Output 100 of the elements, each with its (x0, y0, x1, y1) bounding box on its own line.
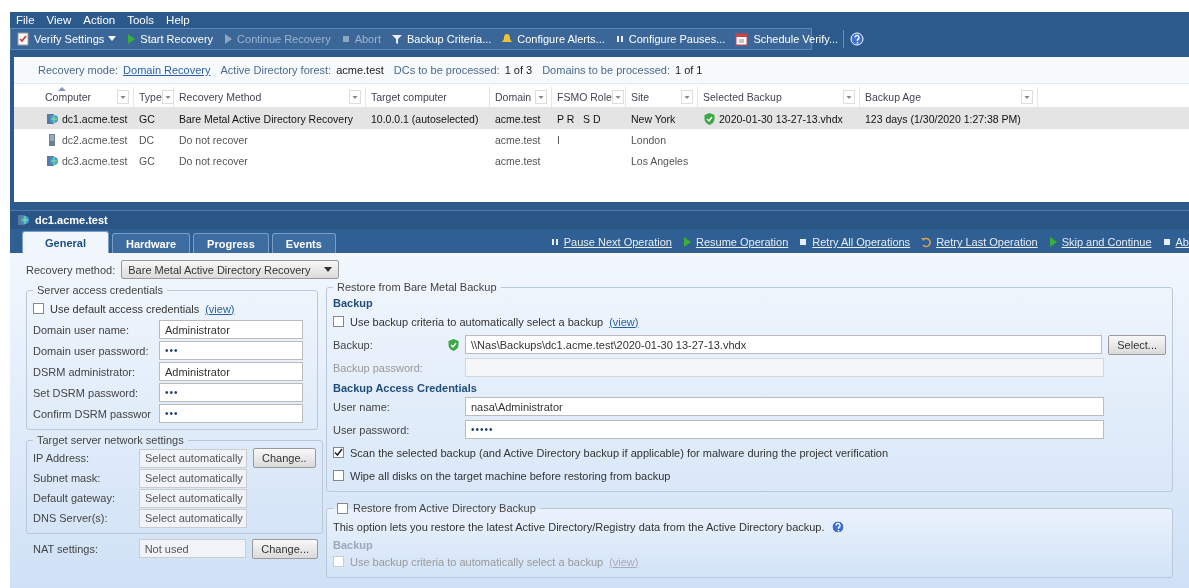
view-link[interactable]: (view) (205, 302, 235, 315)
menu-item[interactable]: Tools (127, 14, 155, 26)
summary-label: Recovery mode: (38, 64, 119, 76)
checkbox-label: Use backup criteria to automatically select a backup (350, 315, 604, 328)
input-field[interactable]: Administrator (159, 362, 303, 381)
summary-label: Active Directory forest: (220, 64, 332, 76)
summary-value: 1 of 3 (504, 64, 533, 76)
input-field[interactable]: ••••• (465, 420, 1104, 439)
field-label: DNS Server(s): (33, 512, 109, 524)
table-cell: Los Angeles (631, 154, 689, 167)
change-button[interactable]: Change.. (253, 448, 316, 468)
section-heading: Backup (333, 297, 374, 309)
toolbar-button[interactable]: Configure Pauses... (609, 30, 731, 48)
action-link[interactable]: Retry Last Operation (920, 236, 1038, 248)
pause-icon (614, 33, 625, 45)
group-title: Restore from Bare Metal Backup (336, 281, 498, 293)
tab[interactable]: Hardware (111, 233, 191, 253)
checklist-icon (16, 32, 30, 46)
input-field[interactable]: nasa\Administrator (465, 397, 1104, 416)
field-label: NAT settings: (33, 542, 99, 555)
section-heading: Backup (333, 539, 374, 551)
column-header[interactable]: Type (134, 87, 174, 107)
table-cell: 10.0.0.1 (autoselected) (371, 112, 479, 125)
column-header[interactable]: Backup Age (860, 87, 1038, 107)
menu-item[interactable]: Action (83, 14, 116, 26)
field-label: DSRM administrator: (33, 365, 137, 378)
toolbar-button[interactable]: Start Recovery (121, 30, 219, 48)
table-cell: London (631, 133, 667, 146)
toolbar-button[interactable]: Verify Settings (11, 30, 122, 48)
column-header[interactable]: Site (626, 87, 698, 107)
table-row[interactable]: dc3.acme.test GC Do not recover acme.test Los Angeles (14, 150, 1189, 171)
action-link[interactable]: Pause Next Operation (549, 236, 672, 248)
sort-arrow-icon (58, 87, 66, 91)
input-field[interactable]: Administrator (159, 320, 303, 339)
table-cell: dc1.acme.test (62, 112, 128, 125)
menu-item[interactable]: Help (166, 14, 190, 26)
field-label: Default gateway: (33, 492, 116, 504)
field-label: Backup password: (333, 361, 424, 374)
column-header[interactable]: Selected Backup (698, 87, 860, 107)
help-icon[interactable] (830, 519, 845, 534)
column-header[interactable]: Domain (490, 87, 552, 107)
menu-item[interactable]: View (46, 14, 72, 26)
column-header[interactable]: FSMO Role (552, 87, 626, 107)
action-link[interactable]: Ab (1161, 236, 1189, 248)
play-icon (681, 236, 692, 248)
action-link[interactable]: Retry All Operations (798, 236, 911, 248)
stop-icon (340, 33, 351, 45)
tab[interactable]: General (22, 231, 109, 253)
tab[interactable]: Progress (193, 233, 269, 253)
input-field[interactable]: ••• (159, 383, 303, 402)
summary-link[interactable]: Domain Recovery (123, 64, 211, 76)
summary-value: 1 of 1 (674, 64, 703, 76)
input-field: Not used (138, 539, 247, 558)
input-field[interactable]: ••• (159, 341, 303, 360)
checkbox[interactable] (333, 447, 344, 458)
section-heading: Backup Access Credentials (333, 382, 478, 394)
column-header[interactable]: Recovery Method (174, 87, 366, 107)
toolbar-button[interactable]: Configure Alerts... (496, 30, 610, 48)
action-link[interactable]: Resume Operation (681, 236, 789, 248)
column-header[interactable]: Computer (40, 87, 134, 107)
checkbox-label: Wipe all disks on the target machine before restoring from backup (350, 469, 671, 482)
view-link[interactable]: (view) (609, 315, 639, 328)
input-field[interactable]: ••• (159, 404, 303, 423)
field-label: Recovery method: (26, 263, 116, 276)
input-field[interactable]: \\Nas\Backups\dc1.acme.test\2020-01-30 13-27-13.vhdx (465, 335, 1103, 354)
tab[interactable]: Events (271, 233, 336, 253)
input-field: Select automatically (139, 488, 247, 508)
action-link[interactable]: Skip and Continue (1047, 236, 1152, 248)
table-cell: acme.test (495, 112, 541, 125)
field-label: Domain user password: (33, 344, 150, 357)
field-label: Set DSRM password: (33, 386, 140, 399)
checkbox[interactable] (337, 502, 348, 514)
caret-icon (108, 36, 117, 42)
table-row[interactable]: dc1.acme.test GC Bare Metal Active Directory Recovery 10.0.0.1 (autoselected) acme.test P R S D New York 2020-01-30 13-27-13.vhdx 123 days (1/30/2020 1:27:38 PM) (14, 108, 1189, 129)
help-icon (850, 32, 865, 46)
select-button[interactable]: Select... (1108, 334, 1166, 355)
group-title: Target server network settings (36, 434, 185, 446)
group-title: Restore from Active Directory Backup (353, 502, 536, 514)
field-label: User name: (333, 400, 391, 413)
input-field: Select automatically (139, 468, 247, 488)
column-header[interactable]: Target computer (366, 87, 490, 107)
field-label: Domain user name: (33, 323, 130, 336)
play-icon (223, 33, 234, 45)
menu-item[interactable]: File (16, 14, 35, 26)
checkbox[interactable] (333, 316, 344, 327)
table-cell: P R S D (557, 112, 601, 125)
group-title: Server access credentials (36, 284, 164, 296)
recovery-method-dropdown[interactable]: Bare Metal Active Directory Recovery (121, 260, 340, 279)
checkbox[interactable] (33, 303, 44, 314)
table-row[interactable]: dc2.acme.test DC Do not recover acme.test I London (14, 129, 1189, 150)
bell-icon (501, 33, 514, 45)
info-text: This option lets you restore the latest Active Directory/Registry data from the Active Directory backup. (333, 520, 825, 533)
computer-icon (16, 213, 30, 227)
table-cell: dc2.acme.test (62, 133, 128, 146)
toolbar-button[interactable]: Backup Criteria... (385, 30, 497, 48)
change-button[interactable]: Change... (252, 538, 318, 559)
toolbar-button[interactable]: Schedule Verify... (730, 30, 844, 48)
table-cell: dc3.acme.test (62, 154, 128, 167)
checkbox[interactable] (333, 470, 344, 481)
stop-icon (798, 236, 809, 248)
